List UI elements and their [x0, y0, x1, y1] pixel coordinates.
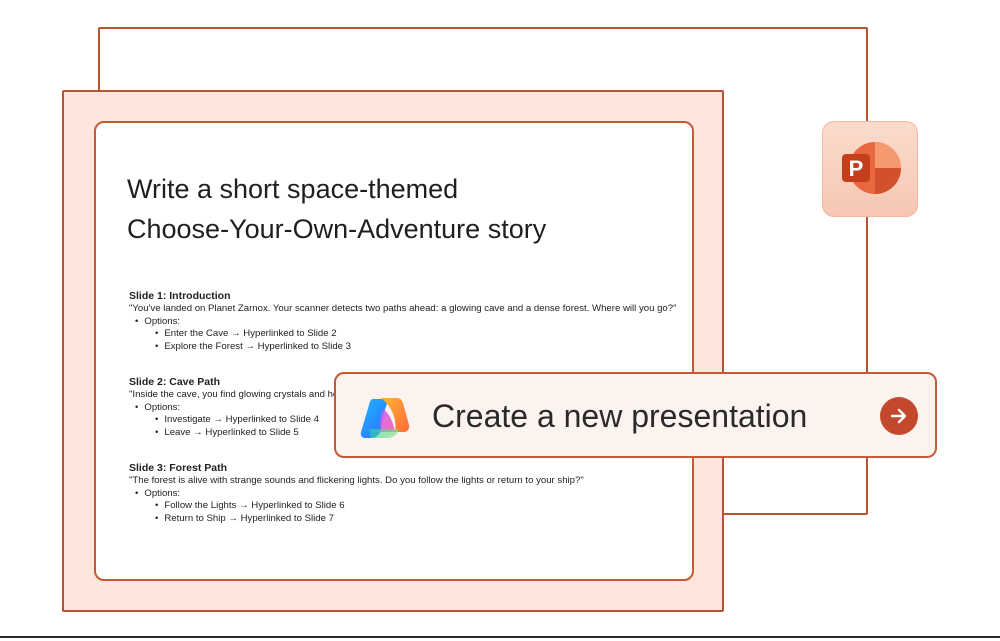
options-list: Enter the Cave → Hyperlinked to Slide 2 … — [129, 328, 689, 353]
section-heading: Slide 3: Forest Path — [129, 462, 228, 474]
arrow-right-icon — [890, 408, 907, 424]
slide-title: Write a short space-themed Choose-Your-O… — [127, 169, 667, 249]
section-quote: "You've landed on Planet Zarnox. Your sc… — [129, 303, 677, 314]
slide-title-line-1: Write a short space-themed — [127, 174, 459, 204]
canvas: Write a short space-themed Choose-Your-O… — [0, 0, 1000, 641]
divider — [0, 636, 1000, 638]
powerpoint-letter: P — [849, 156, 864, 181]
copilot-prompt-bar[interactable]: Create a new presentation — [334, 372, 937, 458]
option-item: Follow the Lights → Hyperlinked to Slide… — [129, 500, 689, 513]
option-item: Enter the Cave → Hyperlinked to Slide 2 — [129, 328, 689, 341]
slide-title-line-2: Choose-Your-Own-Adventure story — [127, 214, 547, 244]
story-section: Slide 3: Forest Path "The forest is aliv… — [129, 461, 689, 525]
slide-preview: Write a short space-themed Choose-Your-O… — [94, 121, 694, 581]
option-item: Return to Ship → Hyperlinked to Slide 7 — [129, 513, 689, 526]
options-label: Options: — [129, 487, 689, 500]
options-list: Follow the Lights → Hyperlinked to Slide… — [129, 500, 689, 525]
send-button[interactable] — [880, 397, 918, 435]
powerpoint-icon: P — [842, 142, 901, 194]
story-section: Slide 1: Introduction "You've landed on … — [129, 289, 689, 353]
copilot-icon — [360, 398, 410, 438]
prompt-text: Create a new presentation — [432, 398, 808, 434]
section-heading: Slide 1: Introduction — [129, 290, 231, 302]
option-item: Explore the Forest → Hyperlinked to Slid… — [129, 341, 689, 354]
options-label: Options: — [129, 315, 689, 328]
powerpoint-app-tile: P — [822, 121, 918, 217]
section-quote: "The forest is alive with strange sounds… — [129, 475, 584, 486]
